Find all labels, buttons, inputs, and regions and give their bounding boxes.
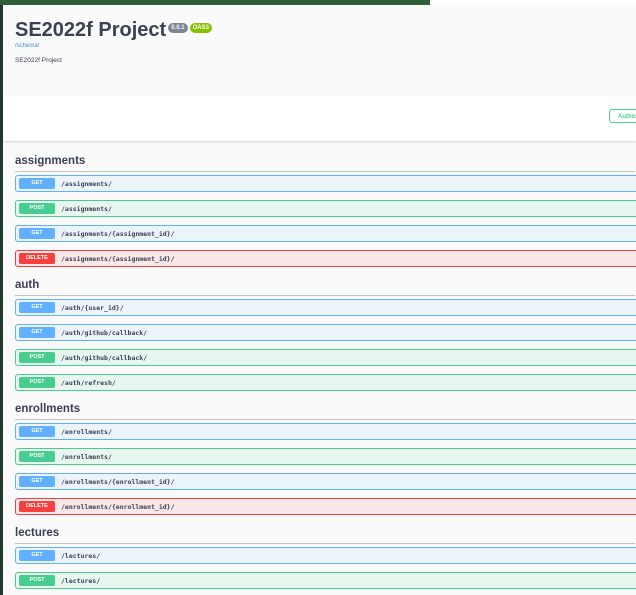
version-badge: 0.0.1 <box>168 23 188 33</box>
operation-path: /auth/github/callback/ <box>61 328 148 337</box>
method-badge: POST <box>19 377 55 388</box>
operation-get-github-callback[interactable]: GET /auth/github/callback/ <box>15 324 636 341</box>
api-info: SE2022f Project 0.0.1 OAS3 /schema/ SE20… <box>15 17 635 64</box>
operation-path: /lectures/ <box>61 576 101 585</box>
method-badge: DELETE <box>19 501 55 512</box>
method-badge: POST <box>19 575 55 586</box>
method-badge: POST <box>19 451 55 462</box>
schema-link[interactable]: /schema/ <box>15 43 635 49</box>
operation-get-auth-user[interactable]: GET /auth/{user_id}/ <box>15 299 636 316</box>
scheme-container: Authorize <box>3 95 636 141</box>
method-badge: GET <box>19 476 55 487</box>
method-badge: GET <box>19 426 55 437</box>
oas-badge: OAS3 <box>189 23 212 33</box>
operation-post-enrollments[interactable]: POST /enrollments/ <box>15 448 636 465</box>
operation-get-assignment-by-id[interactable]: GET /assignments/{assignment_id}/ <box>15 225 636 242</box>
api-title: SE2022f Project <box>15 19 167 41</box>
authorize-button[interactable]: Authorize <box>609 109 636 123</box>
method-badge: GET <box>19 228 55 239</box>
tag-header-auth[interactable]: auth <box>15 275 635 296</box>
operation-path: /enrollments/{enrollment_id}/ <box>61 477 175 486</box>
operation-get-assignments[interactable]: GET /assignments/ <box>15 175 636 192</box>
operation-path: /lectures/ <box>61 551 101 560</box>
method-badge: GET <box>19 327 55 338</box>
title-row: SE2022f Project 0.0.1 OAS3 <box>15 17 635 43</box>
method-badge: POST <box>19 352 55 363</box>
operation-path: /auth/{user_id}/ <box>61 303 124 312</box>
operation-path: /assignments/ <box>61 179 112 188</box>
operation-path: /enrollments/ <box>61 452 112 461</box>
method-badge: DELETE <box>19 253 55 264</box>
method-badge: GET <box>19 550 55 561</box>
operation-get-lectures[interactable]: GET /lectures/ <box>15 547 636 564</box>
operation-get-enrollments[interactable]: GET /enrollments/ <box>15 423 636 440</box>
api-description: SE2022f Project <box>15 57 62 64</box>
method-badge: GET <box>19 302 55 313</box>
operation-path: /enrollments/ <box>61 427 112 436</box>
operation-path: /assignments/{assignment_id}/ <box>61 229 175 238</box>
operation-path: /auth/github/callback/ <box>61 353 148 362</box>
operation-get-enrollment-by-id[interactable]: GET /enrollments/{enrollment_id}/ <box>15 473 636 490</box>
method-badge: GET <box>19 178 55 189</box>
operation-post-auth-refresh[interactable]: POST /auth/refresh/ <box>15 374 636 391</box>
method-badge: POST <box>19 203 55 214</box>
tag-header-lectures[interactable]: lectures <box>15 523 635 544</box>
operation-post-github-callback[interactable]: POST /auth/github/callback/ <box>15 349 636 366</box>
operation-delete-assignment[interactable]: DELETE /assignments/{assignment_id}/ <box>15 250 636 267</box>
operation-path: /assignments/ <box>61 204 112 213</box>
operation-path: /auth/refresh/ <box>61 378 116 387</box>
swagger-page: SE2022f Project 0.0.1 OAS3 /schema/ SE20… <box>0 5 636 595</box>
operation-post-assignments[interactable]: POST /assignments/ <box>15 200 636 217</box>
tag-header-assignments[interactable]: assignments <box>15 151 635 172</box>
tag-header-enrollments[interactable]: enrollments <box>15 399 635 420</box>
operation-path: /enrollments/{enrollment_id}/ <box>61 502 175 511</box>
operation-delete-enrollment[interactable]: DELETE /enrollments/{enrollment_id}/ <box>15 498 636 515</box>
operation-post-lectures[interactable]: POST /lectures/ <box>15 572 636 589</box>
operation-path: /assignments/{assignment_id}/ <box>61 254 175 263</box>
